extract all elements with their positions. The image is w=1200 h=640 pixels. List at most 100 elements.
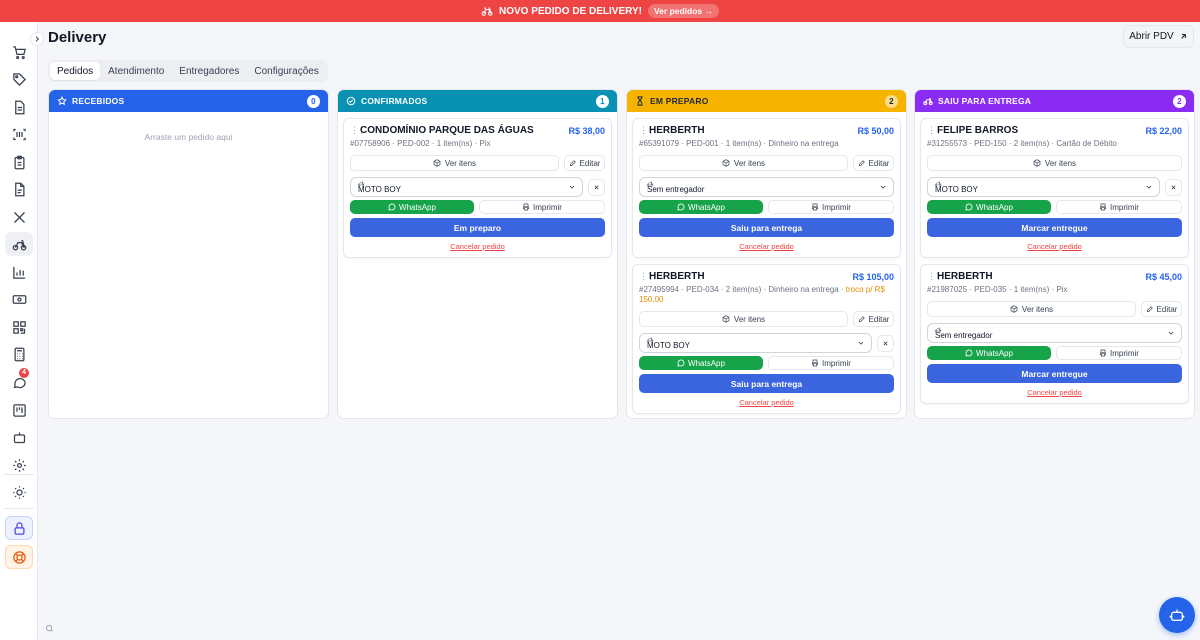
cancel-order-link[interactable]: Cancelar pedido <box>639 398 894 407</box>
view-items-button[interactable]: Ver itens <box>927 301 1136 317</box>
package-icon <box>1033 159 1041 167</box>
edit-button[interactable]: Editar <box>1141 301 1182 317</box>
cancel-order-link[interactable]: Cancelar pedido <box>350 242 605 251</box>
whatsapp-button[interactable]: WhatsApp <box>927 200 1051 214</box>
clipboard-icon[interactable] <box>5 150 33 174</box>
tab-configuracoes[interactable]: Configurações <box>247 62 325 80</box>
print-label: Imprimir <box>822 202 851 212</box>
column-count: 2 <box>1173 94 1186 108</box>
clear-courier-button[interactable] <box>588 178 605 196</box>
lifebuoy-icon[interactable] <box>5 545 33 569</box>
order-details: · PED-035 · 1 item(ns) · Pix <box>967 285 1068 294</box>
clear-courier-button[interactable] <box>877 334 894 352</box>
cancel-order-link[interactable]: Cancelar pedido <box>639 242 894 251</box>
drag-handle-icon[interactable]: ⋮⋮ <box>927 271 943 282</box>
print-button[interactable]: Imprimir <box>768 200 894 214</box>
chat-icon[interactable]: 4 <box>5 368 33 394</box>
edit-label: Editar <box>1156 304 1178 314</box>
assistant-bot-button[interactable] <box>1159 597 1195 633</box>
edit-button[interactable]: Editar <box>853 311 894 327</box>
order-price: R$ 45,00 <box>1145 271 1182 282</box>
delivery-bike-icon[interactable] <box>5 232 33 256</box>
print-button[interactable]: Imprimir <box>768 356 894 370</box>
cancel-order-link[interactable]: Cancelar pedido <box>927 242 1182 251</box>
column-count: 1 <box>596 94 609 108</box>
print-button[interactable]: Imprimir <box>479 200 605 214</box>
order-details: · PED-150 · 2 item(ns) · Cartão de Débit… <box>967 139 1117 148</box>
cart-icon[interactable] <box>5 40 33 64</box>
courier-select[interactable]: MOTO BOY <box>639 333 872 353</box>
drag-handle-icon[interactable]: ⋮⋮ <box>639 125 655 136</box>
whatsapp-label: WhatsApp <box>688 358 725 368</box>
whatsapp-button[interactable]: WhatsApp <box>350 200 474 214</box>
tab-pedidos[interactable]: Pedidos <box>50 62 101 80</box>
courier-select[interactable]: Sem entregador <box>639 177 894 197</box>
print-button[interactable]: Imprimir <box>1056 200 1182 214</box>
tab-atendimento[interactable]: Atendimento <box>101 62 171 80</box>
order-code: #31255573 <box>927 139 968 148</box>
clear-courier-button[interactable] <box>1165 178 1182 196</box>
edit-button[interactable]: Editar <box>564 155 605 171</box>
whatsapp-icon <box>677 203 685 211</box>
order-code: #21987025 <box>927 285 968 294</box>
view-items-button[interactable]: Ver itens <box>927 155 1182 171</box>
lock-icon[interactable] <box>5 516 33 540</box>
advance-status-button[interactable]: Em preparo <box>350 218 605 237</box>
column-em-preparo: EM PREPARO 2 ⋮⋮ HERBERTH R$ 50,00 #65391… <box>626 89 907 419</box>
drag-handle-icon[interactable]: ⋮⋮ <box>639 271 655 282</box>
tab-entregadores[interactable]: Entregadores <box>172 62 246 80</box>
chevron-down-icon <box>879 183 887 191</box>
bar-chart-icon[interactable] <box>5 260 33 284</box>
cash-icon[interactable] <box>5 287 33 311</box>
whatsapp-button[interactable]: WhatsApp <box>639 200 763 214</box>
printer-icon <box>1099 203 1107 211</box>
qr-code-icon[interactable] <box>5 315 33 339</box>
view-items-button[interactable]: Ver itens <box>639 155 848 171</box>
order-card[interactable]: ⋮⋮ CONDOMÍNIO PARQUE DAS ÁGUAS R$ 38,00 … <box>343 118 612 258</box>
courier-select[interactable]: Sem entregador <box>927 323 1182 343</box>
empty-state: Arraste um pedido aqui <box>144 132 233 142</box>
sun-icon[interactable] <box>5 480 33 504</box>
mark-delivered-button[interactable]: Marcar entregue <box>927 364 1182 383</box>
whatsapp-button[interactable]: WhatsApp <box>927 346 1051 360</box>
advance-status-button[interactable]: Saiu para entrega <box>639 374 894 393</box>
drag-handle-icon[interactable]: ⋮⋮ <box>350 125 366 136</box>
open-pos-button[interactable]: Abrir PDV <box>1123 25 1194 48</box>
tag-icon[interactable] <box>5 67 33 91</box>
courier-select[interactable]: MOTO BOY <box>927 177 1160 197</box>
view-items-button[interactable]: Ver itens <box>350 155 559 171</box>
drag-handle-icon[interactable]: ⋮⋮ <box>927 125 943 136</box>
advance-status-button[interactable]: Saiu para entrega <box>639 218 894 237</box>
banner-text: NOVO PEDIDO DE DELIVERY! <box>498 5 642 17</box>
kanban-icon[interactable] <box>5 398 33 422</box>
order-details: · PED-002 · 1 item(ns) · Pix <box>390 139 491 148</box>
print-button[interactable]: Imprimir <box>1056 346 1182 360</box>
mark-delivered-button[interactable]: Marcar entregue <box>927 218 1182 237</box>
barcode-icon[interactable] <box>5 122 33 146</box>
order-code: #65391079 <box>639 139 680 148</box>
order-card[interactable]: ⋮⋮ FELIPE BARROS R$ 22,00 #31255573 · PE… <box>920 118 1189 258</box>
view-orders-link[interactable]: Ver pedidos → <box>647 4 720 18</box>
chevron-down-icon <box>857 339 865 347</box>
search-icon[interactable] <box>45 624 54 633</box>
document-icon[interactable] <box>5 95 33 119</box>
cancel-order-link[interactable]: Cancelar pedido <box>927 388 1182 397</box>
open-pos-label: Abrir PDV <box>1129 31 1174 42</box>
whatsapp-button[interactable]: WhatsApp <box>639 356 763 370</box>
whatsapp-icon <box>965 349 973 357</box>
order-card[interactable]: ⋮⋮ HERBERTH R$ 105,00 #27495994 · PED-03… <box>632 264 901 414</box>
tabs: Pedidos Atendimento Entregadores Configu… <box>48 60 328 82</box>
courier-select[interactable]: MOTO BOY <box>350 177 583 197</box>
order-card[interactable]: ⋮⋮ HERBERTH R$ 45,00 #21987025 · PED-035… <box>920 264 1189 404</box>
column-header: CONFIRMADOS 1 <box>338 90 617 112</box>
edit-button[interactable]: Editar <box>853 155 894 171</box>
view-items-button[interactable]: Ver itens <box>639 311 848 327</box>
calculator-icon[interactable] <box>5 342 33 366</box>
column-dropzone[interactable]: Arraste um pedido aqui <box>49 112 328 148</box>
bot-icon[interactable] <box>5 425 33 449</box>
utensils-icon[interactable] <box>5 205 33 229</box>
order-card[interactable]: ⋮⋮ HERBERTH R$ 50,00 #65391079 · PED-001… <box>632 118 901 258</box>
sidebar-collapse-button[interactable] <box>30 32 44 46</box>
file-icon[interactable] <box>5 177 33 201</box>
customer-name: FELIPE BARROS <box>937 125 1019 136</box>
